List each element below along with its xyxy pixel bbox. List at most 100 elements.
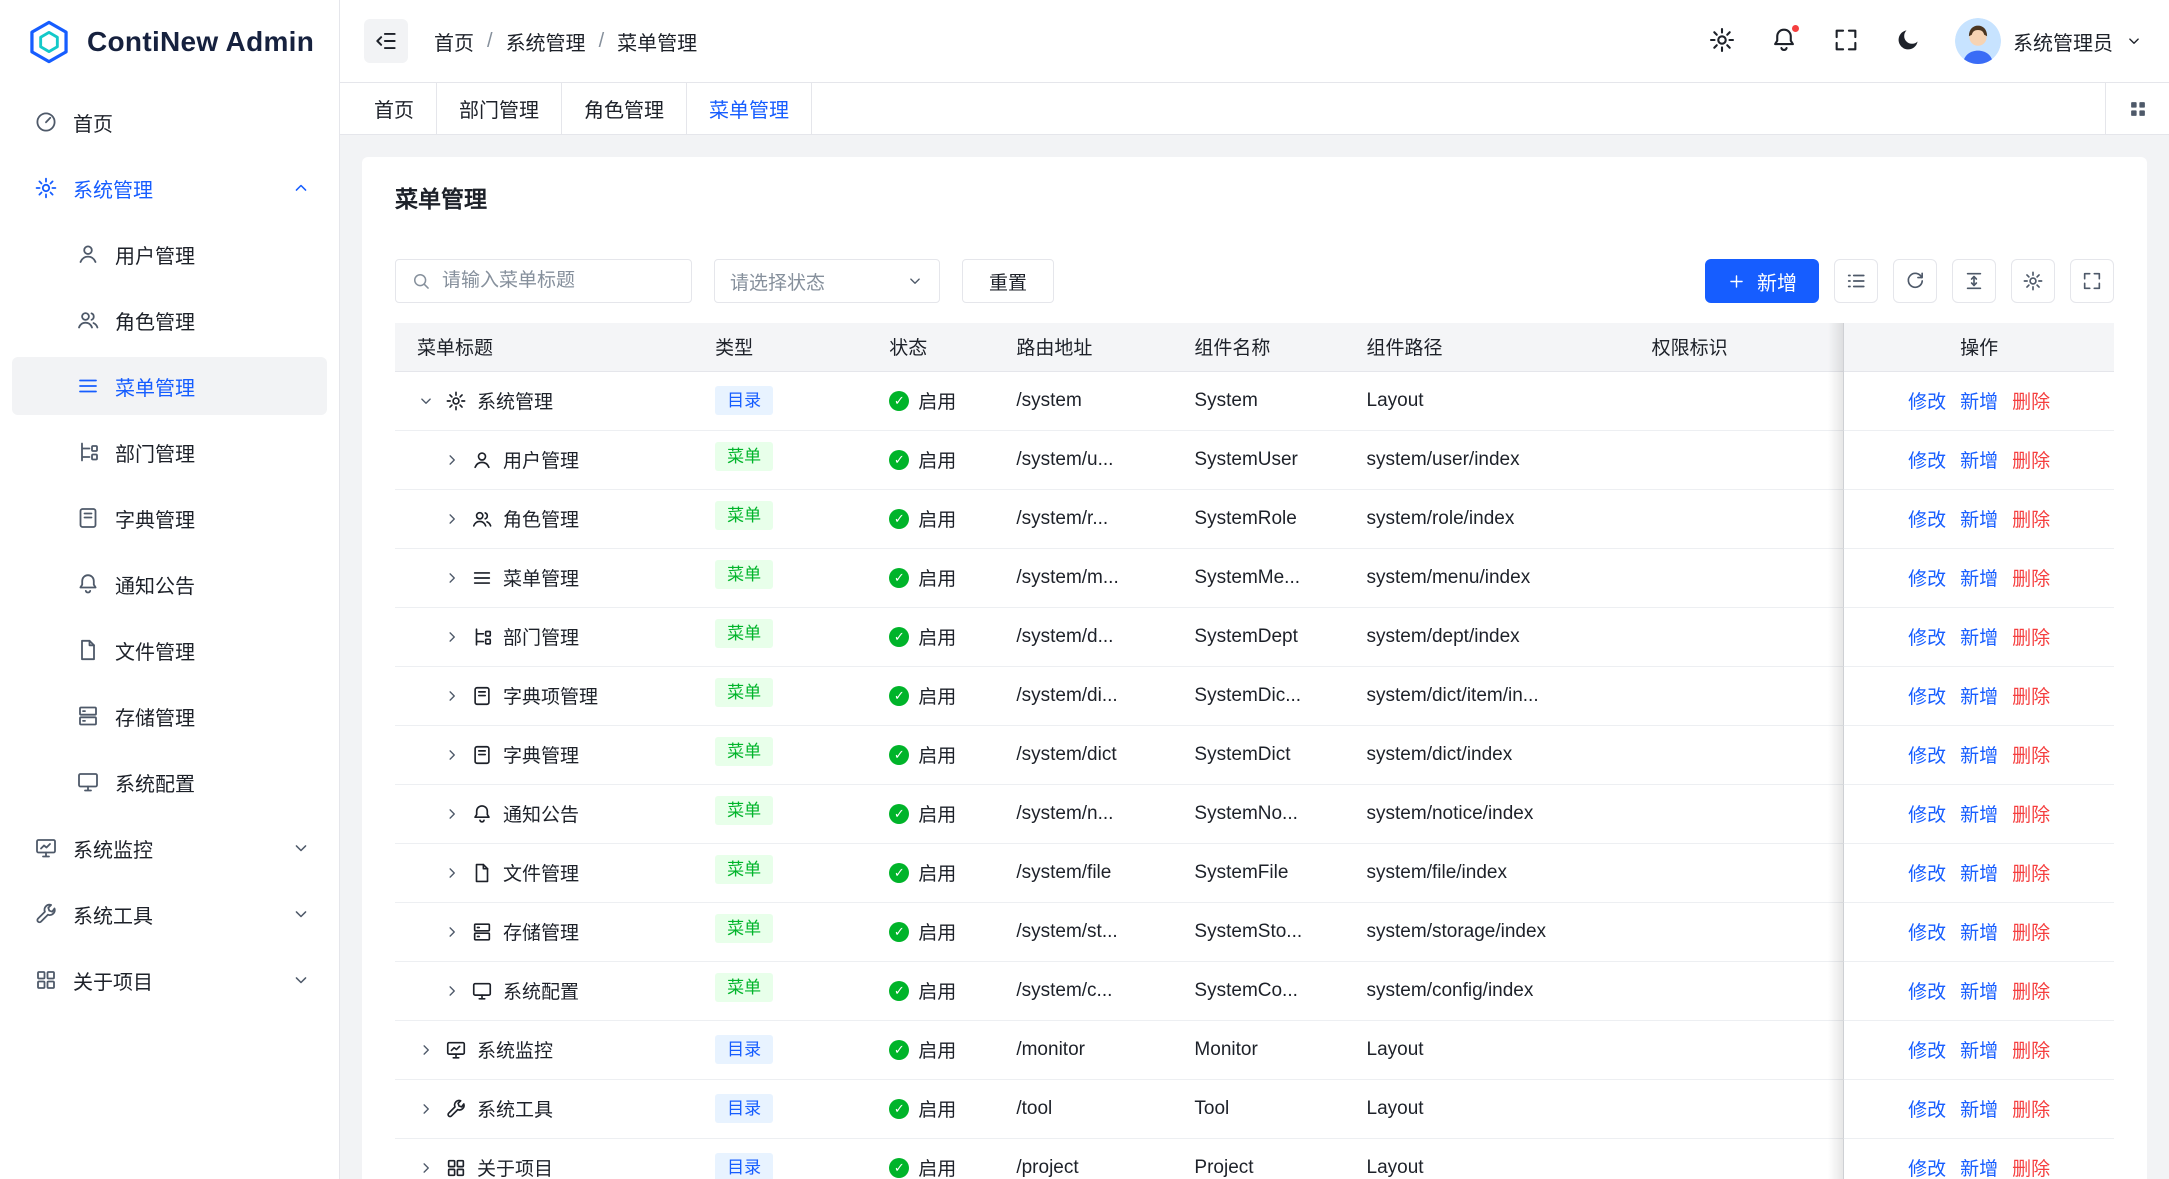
action-edit[interactable]: 修改 xyxy=(1908,1036,1946,1063)
action-delete[interactable]: 删除 xyxy=(2012,505,2050,532)
route-path: /system/m... xyxy=(994,548,1172,607)
sidebar-item-system-monitor[interactable]: 系统监控 xyxy=(12,819,327,877)
chevron-right-icon[interactable] xyxy=(443,923,461,941)
search-input[interactable] xyxy=(442,270,676,292)
action-add[interactable]: 新增 xyxy=(1960,446,1998,473)
action-delete[interactable]: 删除 xyxy=(2012,1036,2050,1063)
action-edit[interactable]: 修改 xyxy=(1908,387,1946,414)
tab-dept-management[interactable]: 部门管理 xyxy=(437,83,562,134)
sidebar-item-menu-management[interactable]: 菜单管理 xyxy=(12,357,327,415)
sidebar-item-storage-management[interactable]: 存储管理 xyxy=(12,687,327,745)
sidebar-item-file-management[interactable]: 文件管理 xyxy=(12,621,327,679)
tab-actions-button[interactable] xyxy=(2105,83,2169,134)
action-delete[interactable]: 删除 xyxy=(2012,741,2050,768)
action-add[interactable]: 新增 xyxy=(1960,387,1998,414)
action-add[interactable]: 新增 xyxy=(1960,682,1998,709)
sidebar-item-notice[interactable]: 通知公告 xyxy=(12,555,327,613)
action-delete[interactable]: 删除 xyxy=(2012,859,2050,886)
notification-button[interactable] xyxy=(1769,26,1799,56)
action-edit[interactable]: 修改 xyxy=(1908,800,1946,827)
tab-home[interactable]: 首页 xyxy=(352,83,437,134)
action-delete[interactable]: 删除 xyxy=(2012,623,2050,650)
action-delete[interactable]: 删除 xyxy=(2012,446,2050,473)
action-edit[interactable]: 修改 xyxy=(1908,1095,1946,1122)
action-edit[interactable]: 修改 xyxy=(1908,1154,1946,1179)
fullscreen-button[interactable] xyxy=(1831,26,1861,56)
action-delete[interactable]: 删除 xyxy=(2012,800,2050,827)
sidebar-collapse-button[interactable] xyxy=(364,19,408,63)
add-button[interactable]: 新增 xyxy=(1705,259,1819,303)
user-menu[interactable]: 系统管理员 xyxy=(1955,18,2143,64)
action-add[interactable]: 新增 xyxy=(1960,977,1998,1004)
tab-role-management[interactable]: 角色管理 xyxy=(562,83,687,134)
action-edit[interactable]: 修改 xyxy=(1908,505,1946,532)
chevron-right-icon[interactable] xyxy=(443,569,461,587)
action-edit[interactable]: 修改 xyxy=(1908,623,1946,650)
chevron-right-icon[interactable] xyxy=(417,1159,435,1177)
chevron-right-icon[interactable] xyxy=(443,451,461,469)
chevron-right-icon[interactable] xyxy=(443,628,461,646)
component-path: system/config/index xyxy=(1345,961,1630,1020)
action-add[interactable]: 新增 xyxy=(1960,741,1998,768)
sidebar-item-system-management[interactable]: 系统管理 xyxy=(12,159,327,217)
action-delete[interactable]: 删除 xyxy=(2012,918,2050,945)
reset-button[interactable]: 重置 xyxy=(962,259,1054,303)
list-view-button[interactable] xyxy=(1834,259,1878,303)
action-add[interactable]: 新增 xyxy=(1960,1095,1998,1122)
action-add[interactable]: 新增 xyxy=(1960,564,1998,591)
action-add[interactable]: 新增 xyxy=(1960,623,1998,650)
status-select-value: 请选择状态 xyxy=(730,268,825,295)
chevron-right-icon[interactable] xyxy=(417,1100,435,1118)
chevron-right-icon[interactable] xyxy=(443,687,461,705)
dark-mode-button[interactable] xyxy=(1893,26,1923,56)
action-edit[interactable]: 修改 xyxy=(1908,682,1946,709)
sidebar-item-system-tools[interactable]: 系统工具 xyxy=(12,885,327,943)
settings-button[interactable] xyxy=(1707,26,1737,56)
sidebar-item-home[interactable]: 首页 xyxy=(12,93,327,151)
action-add[interactable]: 新增 xyxy=(1960,505,1998,532)
action-edit[interactable]: 修改 xyxy=(1908,977,1946,1004)
tab-menu-management[interactable]: 菜单管理 xyxy=(687,83,812,134)
row-height-button[interactable] xyxy=(1952,259,1996,303)
action-edit[interactable]: 修改 xyxy=(1908,859,1946,886)
chevron-right-icon[interactable] xyxy=(443,982,461,1000)
action-edit[interactable]: 修改 xyxy=(1908,446,1946,473)
column-settings-button[interactable] xyxy=(2011,259,2055,303)
action-add[interactable]: 新增 xyxy=(1960,1154,1998,1179)
table-fullscreen-button[interactable] xyxy=(2070,259,2114,303)
breadcrumb-item[interactable]: 系统管理 xyxy=(506,27,586,56)
sidebar-item-role-management[interactable]: 角色管理 xyxy=(12,291,327,349)
logo[interactable]: ContiNew Admin xyxy=(0,0,339,83)
action-delete[interactable]: 删除 xyxy=(2012,387,2050,414)
action-delete[interactable]: 删除 xyxy=(2012,1095,2050,1122)
status-select[interactable]: 请选择状态 xyxy=(714,259,940,303)
sidebar-item-user-management[interactable]: 用户管理 xyxy=(12,225,327,283)
sidebar-item-dict-management[interactable]: 字典管理 xyxy=(12,489,327,547)
chevron-right-icon[interactable] xyxy=(443,805,461,823)
action-delete[interactable]: 删除 xyxy=(2012,1154,2050,1179)
action-delete[interactable]: 删除 xyxy=(2012,682,2050,709)
sidebar-item-label: 部门管理 xyxy=(115,438,311,467)
sidebar-item-label: 通知公告 xyxy=(115,570,311,599)
chevron-right-icon[interactable] xyxy=(417,1041,435,1059)
chevron-right-icon[interactable] xyxy=(443,864,461,882)
action-delete[interactable]: 删除 xyxy=(2012,564,2050,591)
sidebar-item-dept-management[interactable]: 部门管理 xyxy=(12,423,327,481)
action-edit[interactable]: 修改 xyxy=(1908,564,1946,591)
breadcrumb-item[interactable]: 菜单管理 xyxy=(617,27,697,56)
chevron-down-icon[interactable] xyxy=(417,392,435,410)
chevron-right-icon[interactable] xyxy=(443,746,461,764)
action-add[interactable]: 新增 xyxy=(1960,918,1998,945)
breadcrumb-item[interactable]: 首页 xyxy=(434,27,474,56)
gear-icon xyxy=(445,390,467,412)
refresh-button[interactable] xyxy=(1893,259,1937,303)
sidebar-item-about-project[interactable]: 关于项目 xyxy=(12,951,327,1009)
sidebar-item-system-config[interactable]: 系统配置 xyxy=(12,753,327,811)
action-add[interactable]: 新增 xyxy=(1960,859,1998,886)
action-edit[interactable]: 修改 xyxy=(1908,741,1946,768)
action-add[interactable]: 新增 xyxy=(1960,1036,1998,1063)
action-add[interactable]: 新增 xyxy=(1960,800,1998,827)
chevron-right-icon[interactable] xyxy=(443,510,461,528)
action-edit[interactable]: 修改 xyxy=(1908,918,1946,945)
action-delete[interactable]: 删除 xyxy=(2012,977,2050,1004)
